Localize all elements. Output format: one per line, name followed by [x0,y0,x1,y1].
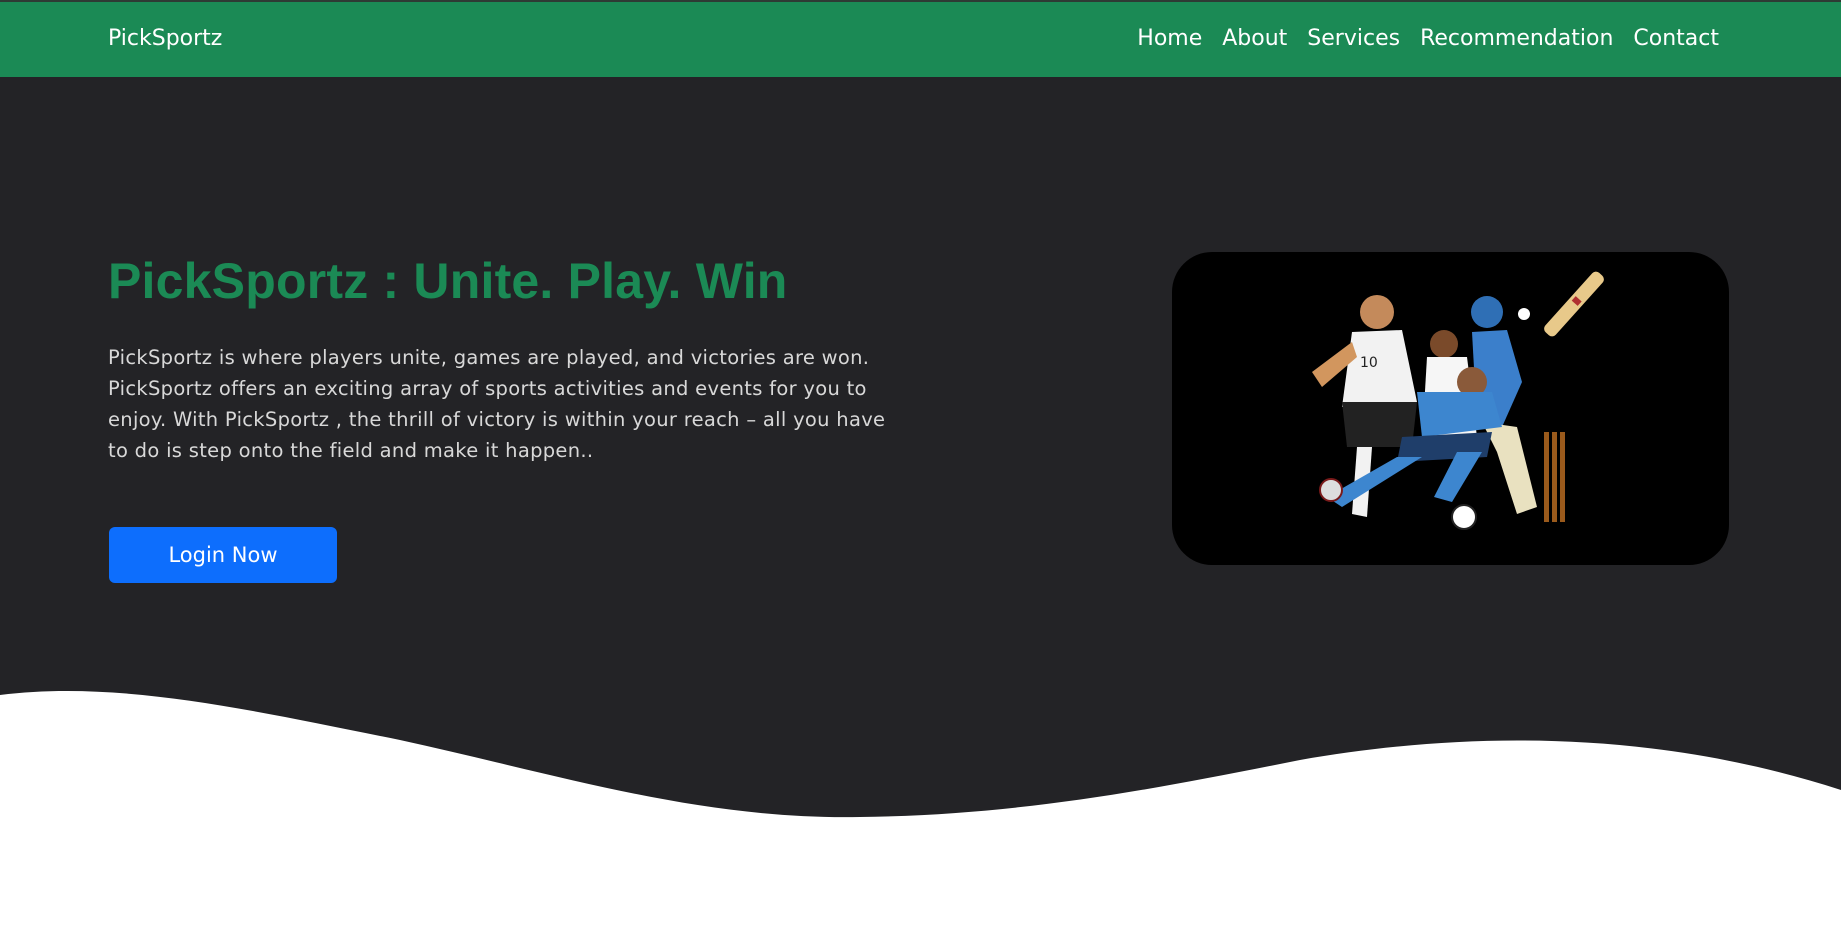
stumps [1544,432,1549,522]
player-head [1360,295,1394,329]
nav-links: Home About Services Recommendation Conta… [1137,26,1719,51]
nav-link-about[interactable]: About [1222,26,1287,51]
wave-divider [0,691,1841,927]
navbar: PickSportz Home About Services Recommend… [0,0,1841,77]
hero-title: PickSportz : Unite. Play. Win [108,253,788,309]
login-button[interactable]: Login Now [109,527,337,583]
hero-sports-image: 10 [1172,252,1729,565]
nav-link-contact[interactable]: Contact [1633,26,1719,51]
soccer-ball [1451,504,1477,530]
brand-logo[interactable]: PickSportz [108,26,222,51]
sports-players-illustration: 10 [1312,271,1604,530]
cricket-ball [1518,308,1530,320]
player-helmet [1471,296,1503,328]
nav-link-recommendation[interactable]: Recommendation [1420,26,1613,51]
nav-link-services[interactable]: Services [1307,26,1400,51]
nav-link-home[interactable]: Home [1137,26,1202,51]
svg-text:10: 10 [1360,355,1378,371]
cricket-bat [1544,271,1604,337]
hero-description: PickSportz is where players unite, games… [108,346,886,462]
